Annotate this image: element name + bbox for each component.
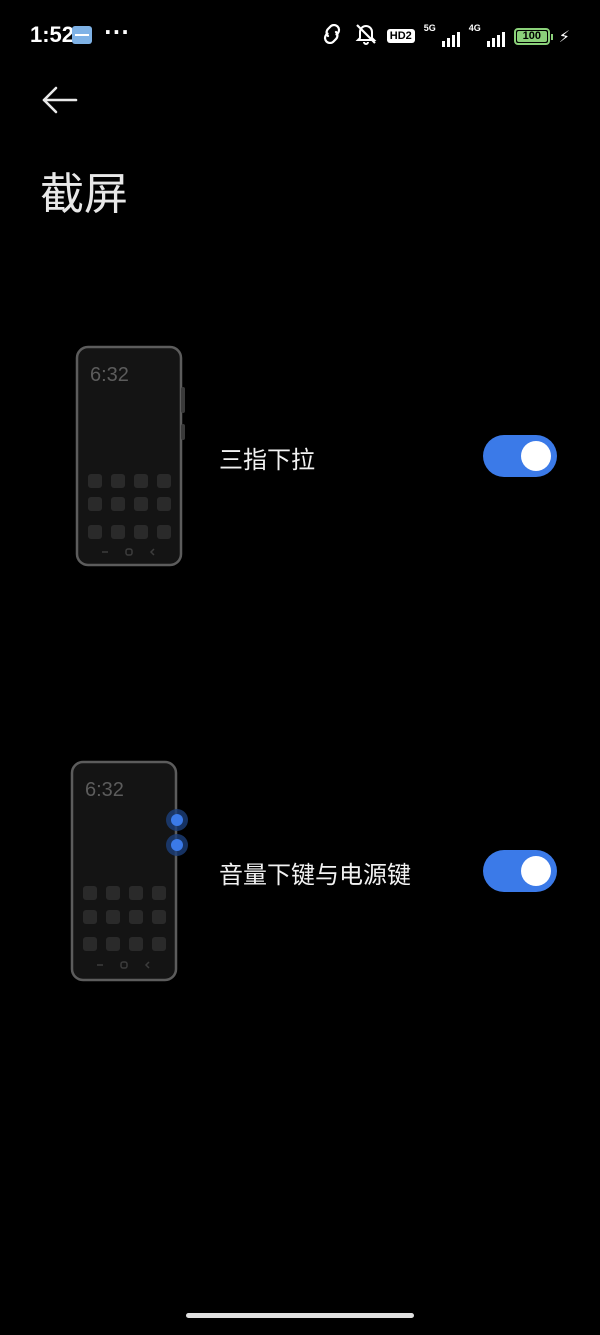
- hotspot-link-icon: [319, 23, 345, 48]
- home-indicator[interactable]: [186, 1313, 414, 1318]
- setting-three-finger-swipe[interactable]: 6:32 三指下拉: [0, 340, 600, 575]
- volume-power-toggle[interactable]: [483, 850, 557, 892]
- charging-icon: ⚡: [558, 26, 570, 46]
- toggle-knob: [521, 441, 551, 471]
- mute-icon: [354, 23, 378, 49]
- hd-voice-badge: HD2: [386, 29, 415, 43]
- setting-label: 音量下键与电源键: [219, 861, 411, 889]
- status-time: 1:52: [30, 22, 75, 47]
- illustration-clock: 6:32: [85, 779, 124, 801]
- page-title: 截屏: [40, 169, 128, 220]
- setting-volume-power[interactable]: 6:32 音量下键与电源键: [0, 755, 600, 990]
- signal-icon: 4G: [468, 23, 505, 47]
- mail-icon: [72, 26, 92, 44]
- illustration-clock: 6:32: [90, 364, 129, 386]
- more-notifications-icon: ···: [104, 20, 130, 44]
- signal-generation: 5G: [423, 23, 436, 33]
- three-finger-swipe-toggle[interactable]: [483, 435, 557, 477]
- battery-icon: 100: [513, 27, 553, 45]
- arrow-left-icon: [42, 86, 78, 114]
- back-button[interactable]: [38, 82, 82, 122]
- status-icons: HD2 5G 4G 100 ⚡: [319, 22, 570, 50]
- setting-label: 三指下拉: [219, 446, 315, 474]
- phone-illustration: 6:32: [72, 344, 190, 574]
- toggle-knob: [521, 856, 551, 886]
- status-bar: 1:52 ··· HD2 5G 4G 100 ⚡: [0, 0, 600, 72]
- phone-illustration: 6:32: [67, 759, 197, 989]
- signal-icon: 5G: [423, 23, 460, 47]
- signal-generation: 4G: [468, 23, 481, 33]
- battery-level: 100: [522, 30, 541, 42]
